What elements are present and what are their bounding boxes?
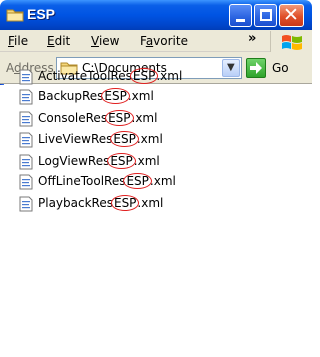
title-bar[interactable]: ESP ✕	[0, 0, 312, 30]
file-item[interactable]: LiveViewResESP.xml	[18, 130, 298, 150]
windows-logo	[270, 31, 312, 53]
highlight-circle: ESP	[101, 88, 130, 104]
minimize-icon	[236, 19, 245, 22]
file-name: ActivateToolResESP.xml	[38, 68, 183, 84]
file-list: ActivateToolResESP.xml BackupResESP.xml Co…	[0, 68, 312, 357]
highlight-circle: ESP	[110, 131, 139, 147]
file-name: LiveViewResESP.xml	[38, 131, 163, 147]
windows-logo-icon	[282, 35, 302, 50]
menu-edit[interactable]: Edit	[47, 34, 70, 48]
file-name: BackupResESP.xml	[38, 88, 154, 104]
highlight-circle: ESP	[107, 153, 136, 169]
highlight-circle: ESP	[123, 173, 152, 189]
menu-favorites[interactable]: Favorite	[140, 34, 188, 48]
file-name-suffix: .xml	[136, 132, 163, 146]
close-icon: ✕	[283, 4, 299, 26]
file-name-prefix: LogViewRes	[38, 154, 110, 168]
file-name: PlaybackResESP.xml	[38, 195, 164, 211]
xml-file-icon	[19, 89, 33, 105]
xml-file-icon	[19, 132, 33, 148]
xml-file-icon	[19, 111, 33, 127]
maximize-button[interactable]	[254, 4, 277, 27]
highlight-circle: ESP	[105, 110, 134, 126]
file-name-prefix: ActivateToolRes	[38, 69, 132, 83]
file-name-suffix: .xml	[127, 89, 154, 103]
file-name-prefix: BackupRes	[38, 89, 104, 103]
file-name-suffix: .xml	[156, 69, 183, 83]
xml-file-icon	[19, 174, 33, 190]
xml-file-icon	[19, 69, 33, 85]
file-item[interactable]: OffLineToolResESP.xml	[18, 172, 298, 192]
menu-view[interactable]: View	[91, 34, 119, 48]
xml-file-icon	[19, 154, 33, 170]
file-name-prefix: LiveViewRes	[38, 132, 113, 146]
window-title: ESP	[27, 6, 56, 22]
file-name: OffLineToolResESP.xml	[38, 173, 176, 189]
file-item[interactable]: LogViewResESP.xml	[18, 152, 298, 172]
file-name-suffix: .xml	[131, 111, 158, 125]
file-name-prefix: PlaybackRes	[38, 196, 113, 210]
file-item[interactable]: BackupResESP.xml	[18, 87, 298, 107]
file-item[interactable]: ConsoleResESP.xml	[18, 109, 298, 129]
maximize-icon	[260, 9, 272, 21]
menu-bar: File Edit View Favorite »	[0, 30, 312, 52]
highlight-circle: ESP	[110, 195, 140, 211]
highlight-circle: ESP	[129, 68, 159, 84]
file-name-prefix: ConsoleRes	[38, 111, 108, 125]
menu-file[interactable]: File	[8, 34, 28, 48]
file-name-suffix: .xml	[149, 174, 176, 188]
file-name-suffix: .xml	[137, 196, 164, 210]
minimize-button[interactable]	[229, 4, 252, 27]
file-item[interactable]: ActivateToolResESP.xml	[18, 67, 298, 87]
file-name: LogViewResESP.xml	[38, 153, 160, 169]
close-button[interactable]: ✕	[279, 4, 304, 27]
file-name-prefix: OffLineToolRes	[38, 174, 126, 188]
file-name: ConsoleResESP.xml	[38, 110, 158, 126]
folder-icon	[6, 9, 24, 22]
file-item[interactable]: PlaybackResESP.xml	[18, 194, 298, 214]
file-name-suffix: .xml	[133, 154, 160, 168]
menu-overflow-chevron[interactable]: »	[248, 31, 256, 46]
xml-file-icon	[19, 196, 33, 212]
